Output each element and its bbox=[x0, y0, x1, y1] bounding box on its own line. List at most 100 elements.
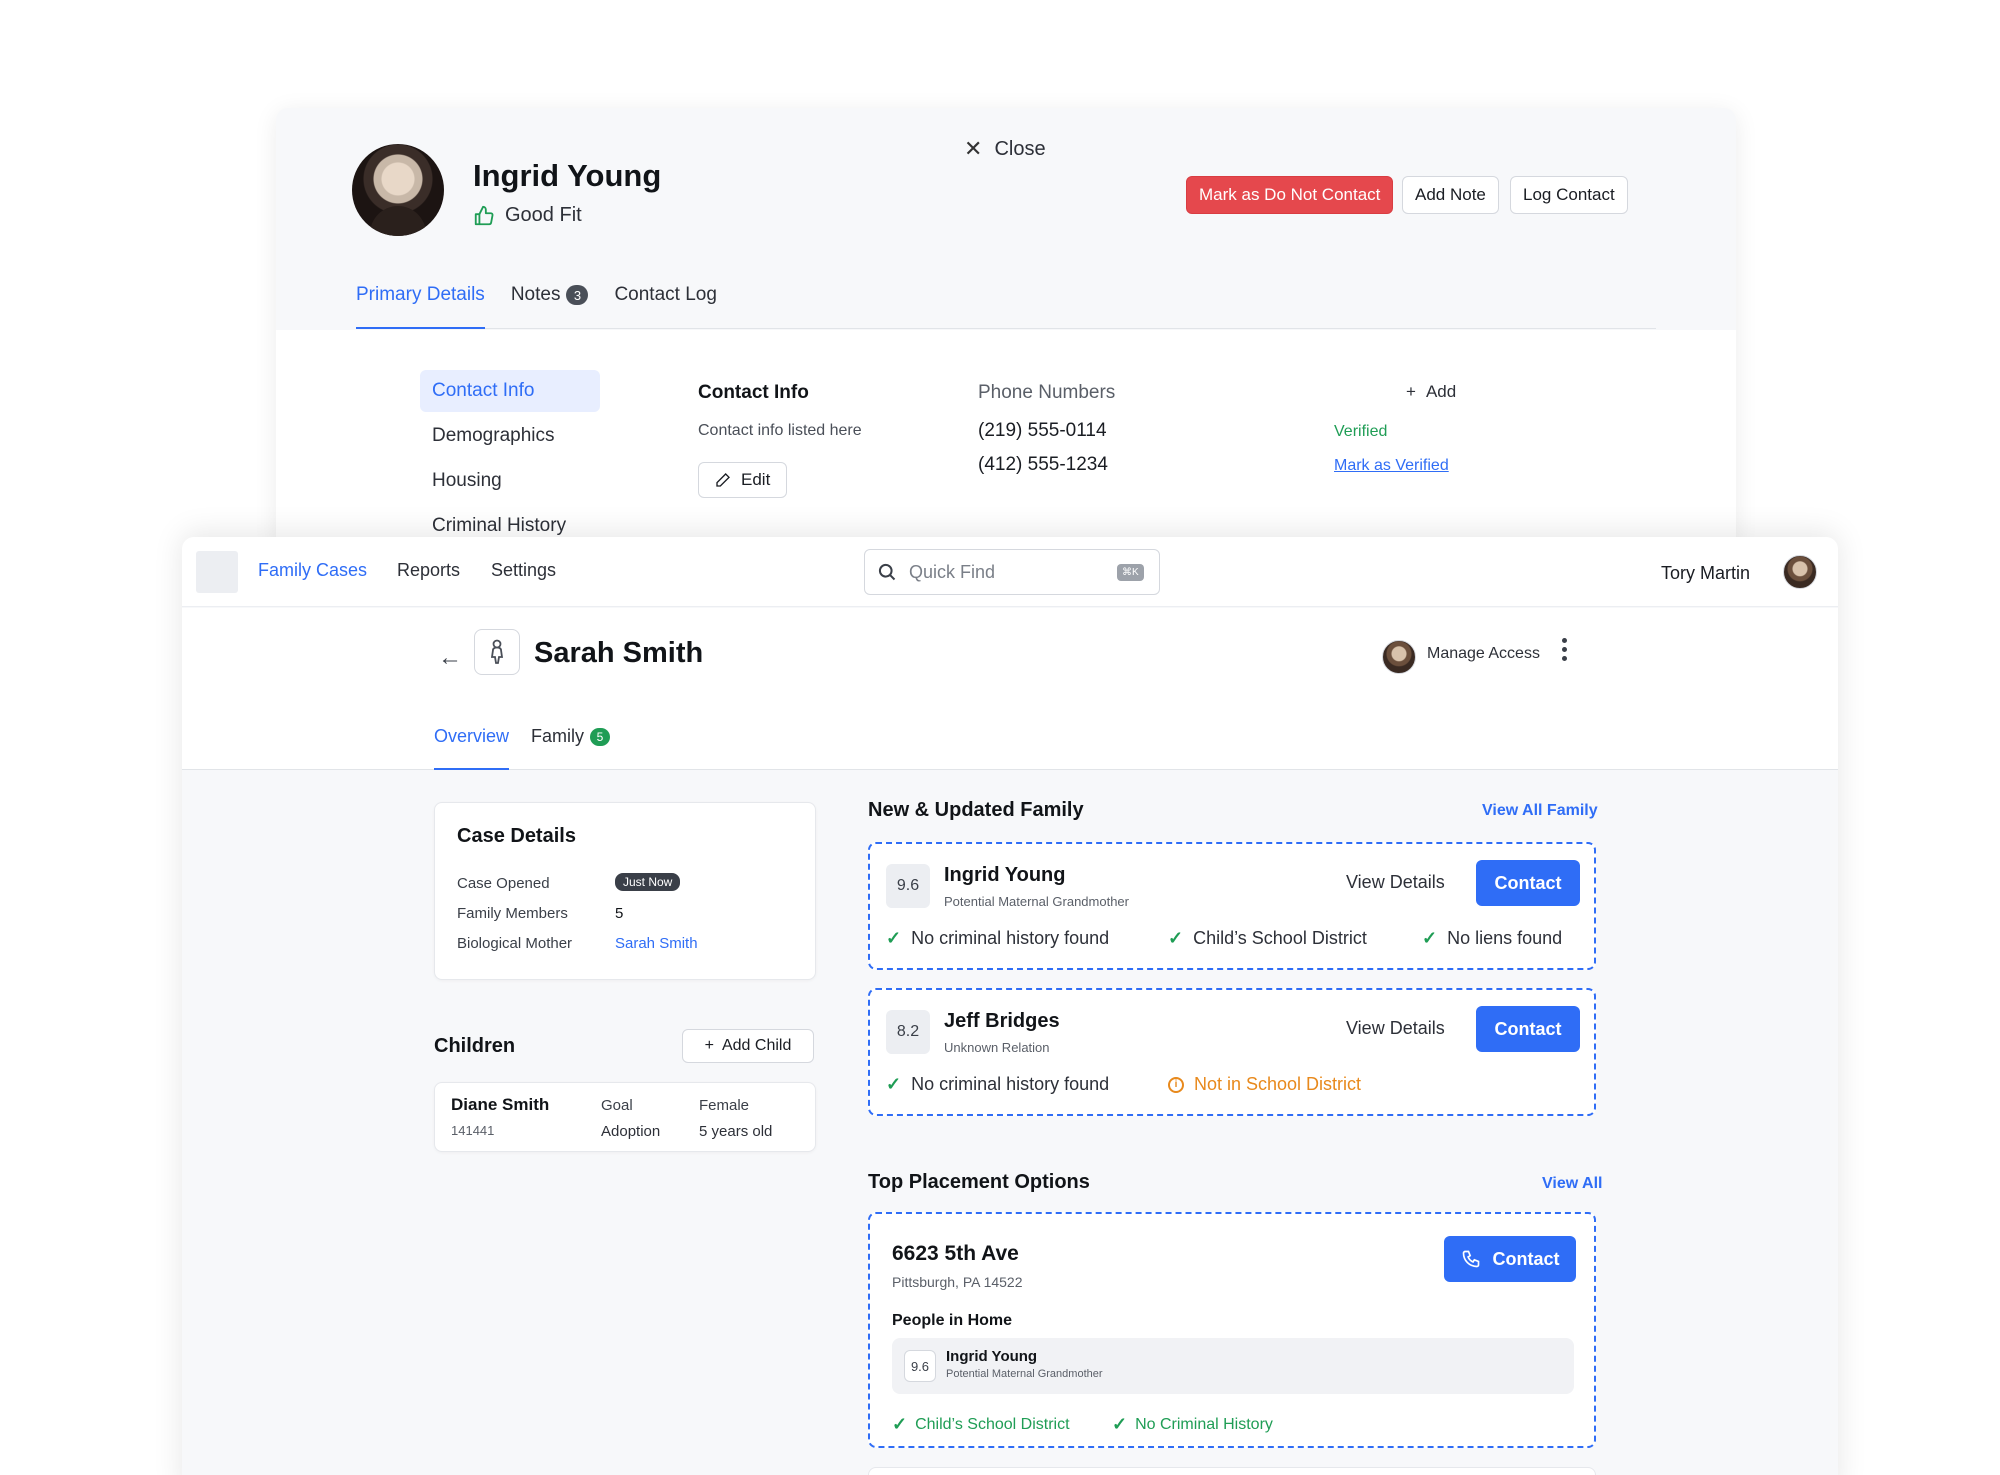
contact-name: Ingrid Young bbox=[473, 158, 662, 193]
user-name: Tory Martin bbox=[1661, 563, 1751, 583]
child-gender: Female bbox=[699, 1097, 750, 1114]
side-nav-housing[interactable]: Housing bbox=[420, 460, 600, 502]
add-child-button[interactable]: + Add Child bbox=[682, 1029, 814, 1063]
warning-item: i Not in School District bbox=[1168, 1074, 1361, 1095]
view-all-placements-link[interactable]: View All bbox=[1542, 1175, 1602, 1193]
nav-settings[interactable]: Settings bbox=[491, 560, 556, 581]
phone-numbers-title: Phone Numbers bbox=[978, 382, 1116, 403]
case-overview-panel: Family Cases Reports Settings ⌘K Tory Ma… bbox=[182, 537, 1838, 1475]
family-section-title: New & Updated Family bbox=[868, 799, 1084, 821]
add-note-button[interactable]: Add Note bbox=[1402, 176, 1499, 214]
verified-badge: Verified bbox=[1334, 423, 1388, 440]
child-age: 5 years old bbox=[699, 1123, 773, 1140]
family-member-name: Jeff Bridges bbox=[944, 1010, 1060, 1032]
search-icon bbox=[878, 563, 896, 581]
placement-card: 6623 5th Ave Pittsburgh, PA 14522 Contac… bbox=[868, 1212, 1596, 1448]
top-nav-bar: Family Cases Reports Settings ⌘K Tory Ma… bbox=[182, 537, 1838, 607]
placement-address: 6623 5th Ave bbox=[892, 1242, 1019, 1265]
family-member-relation: Unknown Relation bbox=[944, 1040, 1050, 1055]
shortcut-hint: ⌘K bbox=[1117, 563, 1144, 581]
log-contact-button[interactable]: Log Contact bbox=[1510, 176, 1628, 214]
more-options-icon[interactable] bbox=[1562, 638, 1567, 661]
contact-tabs: Primary Details Notes 3 Contact Log bbox=[356, 284, 1656, 329]
manage-access-button[interactable]: Manage Access bbox=[1427, 645, 1540, 663]
match-score: 9.6 bbox=[904, 1350, 936, 1382]
tab-primary-details[interactable]: Primary Details bbox=[356, 284, 485, 329]
phone-icon bbox=[1462, 1250, 1479, 1268]
access-avatar bbox=[1382, 640, 1416, 674]
match-score: 8.2 bbox=[886, 1010, 930, 1054]
just-now-badge: Just Now bbox=[615, 873, 681, 891]
child-name: Diane Smith bbox=[451, 1095, 550, 1114]
tab-family[interactable]: Family 5 bbox=[531, 726, 611, 770]
person-relation: Potential Maternal Grandmother bbox=[946, 1368, 1103, 1380]
contact-side-nav: Contact Info Demographics Housing Crimin… bbox=[420, 370, 600, 548]
check-item: ✓ Child’s School District bbox=[892, 1414, 1070, 1434]
people-in-home-title: People in Home bbox=[892, 1312, 1013, 1329]
tab-overview[interactable]: Overview bbox=[434, 726, 510, 770]
pencil-icon bbox=[716, 473, 730, 487]
check-item: ✓ Child’s School District bbox=[1168, 928, 1367, 948]
user-avatar[interactable] bbox=[1783, 555, 1817, 589]
match-score: 9.6 bbox=[886, 864, 930, 908]
back-arrow-icon[interactable]: ← bbox=[438, 644, 462, 672]
check-item: ✓ No criminal history found bbox=[886, 1074, 1110, 1094]
contact-avatar bbox=[352, 144, 444, 236]
next-placement-card[interactable] bbox=[868, 1467, 1596, 1475]
app-logo[interactable] bbox=[196, 551, 238, 593]
check-icon: ✓ bbox=[886, 928, 902, 948]
tab-contact-log[interactable]: Contact Log bbox=[614, 284, 716, 329]
family-member-name: Ingrid Young bbox=[944, 864, 1066, 886]
phone-number: (219) 555-0114 bbox=[978, 420, 1107, 441]
check-item: ✓ No criminal history found bbox=[886, 928, 1110, 948]
mark-do-not-contact-button[interactable]: Mark as Do Not Contact bbox=[1186, 176, 1394, 214]
case-details-title: Case Details bbox=[457, 825, 576, 847]
close-button[interactable]: ✕ Close bbox=[964, 136, 1046, 162]
plus-icon: + bbox=[704, 1037, 714, 1054]
case-header: ← Sarah Smith Manage Access Overview Fam… bbox=[182, 608, 1838, 770]
child-id: 141441 bbox=[451, 1123, 495, 1138]
person-in-home-row[interactable]: 9.6 Ingrid Young Potential Maternal Gran… bbox=[892, 1338, 1574, 1394]
children-title: Children bbox=[434, 1035, 516, 1057]
biological-mother-link[interactable]: Sarah Smith bbox=[615, 935, 698, 952]
view-details-link[interactable]: View Details bbox=[1346, 1018, 1445, 1039]
plus-icon: + bbox=[1406, 382, 1416, 401]
thumbs-up-icon bbox=[474, 205, 494, 225]
child-card[interactable]: Diane Smith 141441 Goal Adoption Female … bbox=[434, 1082, 816, 1152]
case-title: Sarah Smith bbox=[534, 637, 704, 669]
family-member-card: 8.2 Jeff Bridges Unknown Relation View D… bbox=[868, 988, 1596, 1116]
kv-label: Biological Mother bbox=[457, 935, 573, 952]
view-all-family-link[interactable]: View All Family bbox=[1482, 802, 1598, 820]
side-nav-contact-info[interactable]: Contact Info bbox=[420, 370, 600, 412]
info-icon: i bbox=[1168, 1076, 1184, 1093]
phone-number: (412) 555-1234 bbox=[978, 454, 1108, 475]
goal-label: Goal bbox=[601, 1097, 633, 1114]
check-icon: ✓ bbox=[1168, 928, 1184, 948]
view-details-link[interactable]: View Details bbox=[1346, 872, 1445, 893]
side-nav-demographics[interactable]: Demographics bbox=[420, 415, 600, 457]
mark-as-verified-link[interactable]: Mark as Verified bbox=[1334, 457, 1449, 475]
family-count-badge: 5 bbox=[590, 728, 611, 746]
add-phone-button[interactable]: + Add bbox=[1406, 382, 1456, 402]
contact-button[interactable]: Contact bbox=[1476, 1006, 1580, 1052]
quick-find[interactable]: ⌘K bbox=[864, 549, 1160, 595]
check-icon: ✓ bbox=[1112, 1414, 1128, 1434]
quick-find-input[interactable] bbox=[909, 561, 1105, 583]
tab-notes[interactable]: Notes 3 bbox=[511, 284, 589, 329]
contact-button[interactable]: Contact bbox=[1476, 860, 1580, 906]
family-member-relation: Potential Maternal Grandmother bbox=[944, 894, 1129, 909]
notes-count-badge: 3 bbox=[566, 285, 589, 305]
edit-contact-button[interactable]: Edit bbox=[698, 462, 788, 498]
check-item: ✓ No Criminal History bbox=[1112, 1414, 1273, 1434]
placement-contact-button[interactable]: Contact bbox=[1444, 1236, 1576, 1282]
check-icon: ✓ bbox=[886, 1074, 902, 1094]
nav-family-cases[interactable]: Family Cases bbox=[258, 560, 367, 581]
person-name: Ingrid Young bbox=[946, 1348, 1038, 1365]
contact-info-subtitle: Contact info listed here bbox=[698, 422, 862, 439]
close-icon: ✕ bbox=[964, 136, 983, 161]
contact-detail-panel: Ingrid Young Good Fit ✕ Close Mark as Do… bbox=[276, 108, 1736, 548]
nav-reports[interactable]: Reports bbox=[397, 560, 460, 581]
case-details-card: Case Details Case Opened Just Now Family… bbox=[434, 802, 816, 980]
placement-city: Pittsburgh, PA 14522 bbox=[892, 1274, 1023, 1290]
check-icon: ✓ bbox=[1422, 928, 1438, 948]
